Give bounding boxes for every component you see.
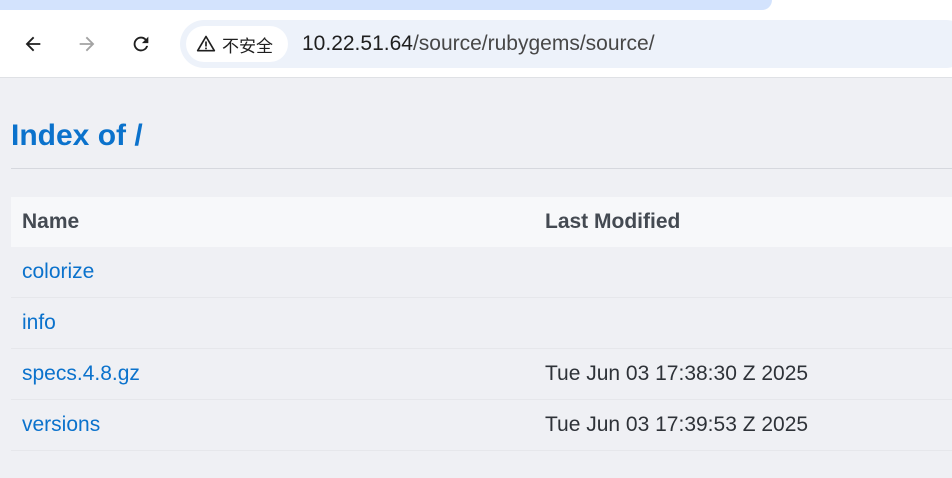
back-button[interactable] bbox=[17, 28, 49, 60]
page-title: Index of / bbox=[11, 119, 143, 152]
forward-button[interactable] bbox=[71, 28, 103, 60]
table-header-row: Name Last Modified bbox=[11, 197, 952, 247]
warning-triangle-icon bbox=[196, 35, 216, 52]
reload-button[interactable] bbox=[125, 28, 157, 60]
back-arrow-icon bbox=[25, 36, 41, 52]
file-link[interactable]: versions bbox=[22, 413, 100, 437]
last-modified-value: Tue Jun 03 17:39:53 Z 2025 bbox=[545, 413, 809, 436]
table-row: versions Tue Jun 03 17:39:53 Z 2025 bbox=[11, 400, 952, 451]
title-divider bbox=[11, 168, 952, 169]
url-text[interactable]: 10.22.51.64/source/rubygems/source/ bbox=[302, 20, 655, 68]
url-path: /source/rubygems/source/ bbox=[412, 32, 655, 55]
reload-icon bbox=[133, 36, 149, 52]
file-listing-table: Name Last Modified colorize info specs.4… bbox=[11, 197, 952, 451]
table-row: specs.4.8.gz Tue Jun 03 17:38:30 Z 2025 bbox=[11, 349, 952, 400]
address-bar[interactable]: 不安全 10.22.51.64/source/rubygems/source/ bbox=[180, 20, 952, 68]
active-tab-edge[interactable] bbox=[0, 0, 772, 10]
page-content: Index of / Name Last Modified colorize i… bbox=[0, 79, 952, 478]
column-header-last-modified[interactable]: Last Modified bbox=[545, 197, 680, 247]
file-link[interactable]: colorize bbox=[22, 260, 94, 284]
file-link[interactable]: specs.4.8.gz bbox=[22, 362, 140, 386]
url-host: 10.22.51.64 bbox=[302, 32, 413, 55]
browser-toolbar: 不安全 10.22.51.64/source/rubygems/source/ bbox=[0, 10, 952, 78]
file-link[interactable]: info bbox=[22, 311, 56, 335]
table-row: info bbox=[11, 298, 952, 349]
column-header-name[interactable]: Name bbox=[22, 197, 79, 247]
tab-strip bbox=[0, 0, 952, 10]
table-row: colorize bbox=[11, 247, 952, 298]
last-modified-value: Tue Jun 03 17:38:30 Z 2025 bbox=[545, 362, 809, 385]
security-indicator[interactable]: 不安全 bbox=[186, 26, 288, 62]
security-label: 不安全 bbox=[222, 36, 273, 57]
forward-arrow-icon bbox=[79, 36, 95, 52]
